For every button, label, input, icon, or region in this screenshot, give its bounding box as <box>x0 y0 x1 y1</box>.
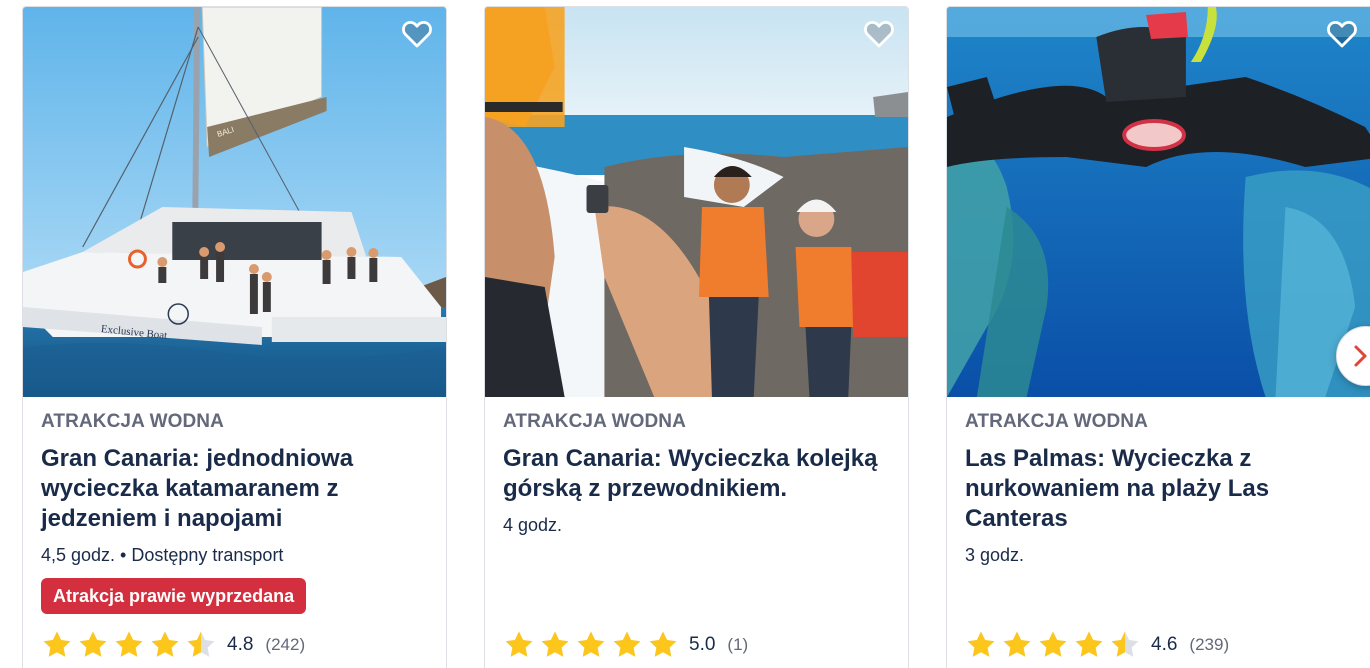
star-icon <box>541 631 569 657</box>
activity-category: ATRAKCJA WODNA <box>41 411 224 432</box>
star-icon <box>577 631 605 657</box>
activity-category: ATRAKCJA WODNA <box>965 411 1148 432</box>
star-icon <box>79 631 107 657</box>
catamaran-photo: Exclusive Boat BALI <box>23 7 446 397</box>
activity-card[interactable]: ATRAKCJA WODNA Las Palmas: Wycieczka z n… <box>946 6 1370 668</box>
wishlist-button[interactable] <box>862 19 896 49</box>
star-rating <box>503 629 679 661</box>
star-icon <box>613 631 641 657</box>
snorkeling-photo <box>947 7 1370 397</box>
star-icon <box>1111 631 1139 657</box>
review-count: (1) <box>727 635 749 654</box>
star-icon <box>43 631 71 657</box>
activity-title[interactable]: Las Palmas: Wycieczka z nurkowaniem na p… <box>965 444 1295 534</box>
activity-duration: 4,5 godz. • Dostępny transport <box>41 545 284 565</box>
wishlist-button[interactable] <box>1325 19 1359 49</box>
star-icon <box>187 631 215 657</box>
coasteering-photo <box>485 7 908 397</box>
review-count: (242) <box>265 635 306 654</box>
heart-outline-icon <box>1327 20 1357 48</box>
star-icon <box>115 631 143 657</box>
rating-value: 4.8 <box>227 634 254 655</box>
star-icon <box>967 631 995 657</box>
chevron-right-icon <box>1354 345 1367 367</box>
rating: 4.6 (239) <box>965 629 1229 661</box>
star-icon <box>1003 631 1031 657</box>
rating: 5.0 (1) <box>503 629 748 661</box>
star-rating <box>41 629 217 661</box>
activity-card[interactable]: ATRAKCJA WODNA Gran Canaria: Wycieczka k… <box>484 6 909 668</box>
activity-category: ATRAKCJA WODNA <box>503 411 686 432</box>
likely-to-sell-out-badge: Atrakcja prawie wyprzedana <box>41 578 307 614</box>
star-icon <box>1075 631 1103 657</box>
wishlist-button[interactable] <box>400 19 434 49</box>
activity-title[interactable]: Gran Canaria: Wycieczka kolejką górską z… <box>503 444 890 504</box>
rating: 4.8 (242) <box>41 629 305 661</box>
star-icon <box>151 631 179 657</box>
activity-duration: 4 godz. <box>503 515 563 535</box>
activity-title[interactable]: Gran Canaria: jednodniowa wycieczka kata… <box>41 444 428 534</box>
heart-outline-icon <box>402 20 432 48</box>
review-count: (239) <box>1189 635 1230 654</box>
rating-value: 4.6 <box>1151 634 1178 655</box>
star-icon <box>1039 631 1067 657</box>
activity-duration: 3 godz. <box>965 545 1025 565</box>
activity-card[interactable]: Exclusive Boat BALI ATRAKCJA WODNA Gran … <box>22 6 447 668</box>
rating-value: 5.0 <box>689 634 716 655</box>
heart-outline-icon <box>864 20 894 48</box>
star-rating <box>965 629 1141 661</box>
star-icon <box>649 631 677 657</box>
star-icon <box>505 631 533 657</box>
